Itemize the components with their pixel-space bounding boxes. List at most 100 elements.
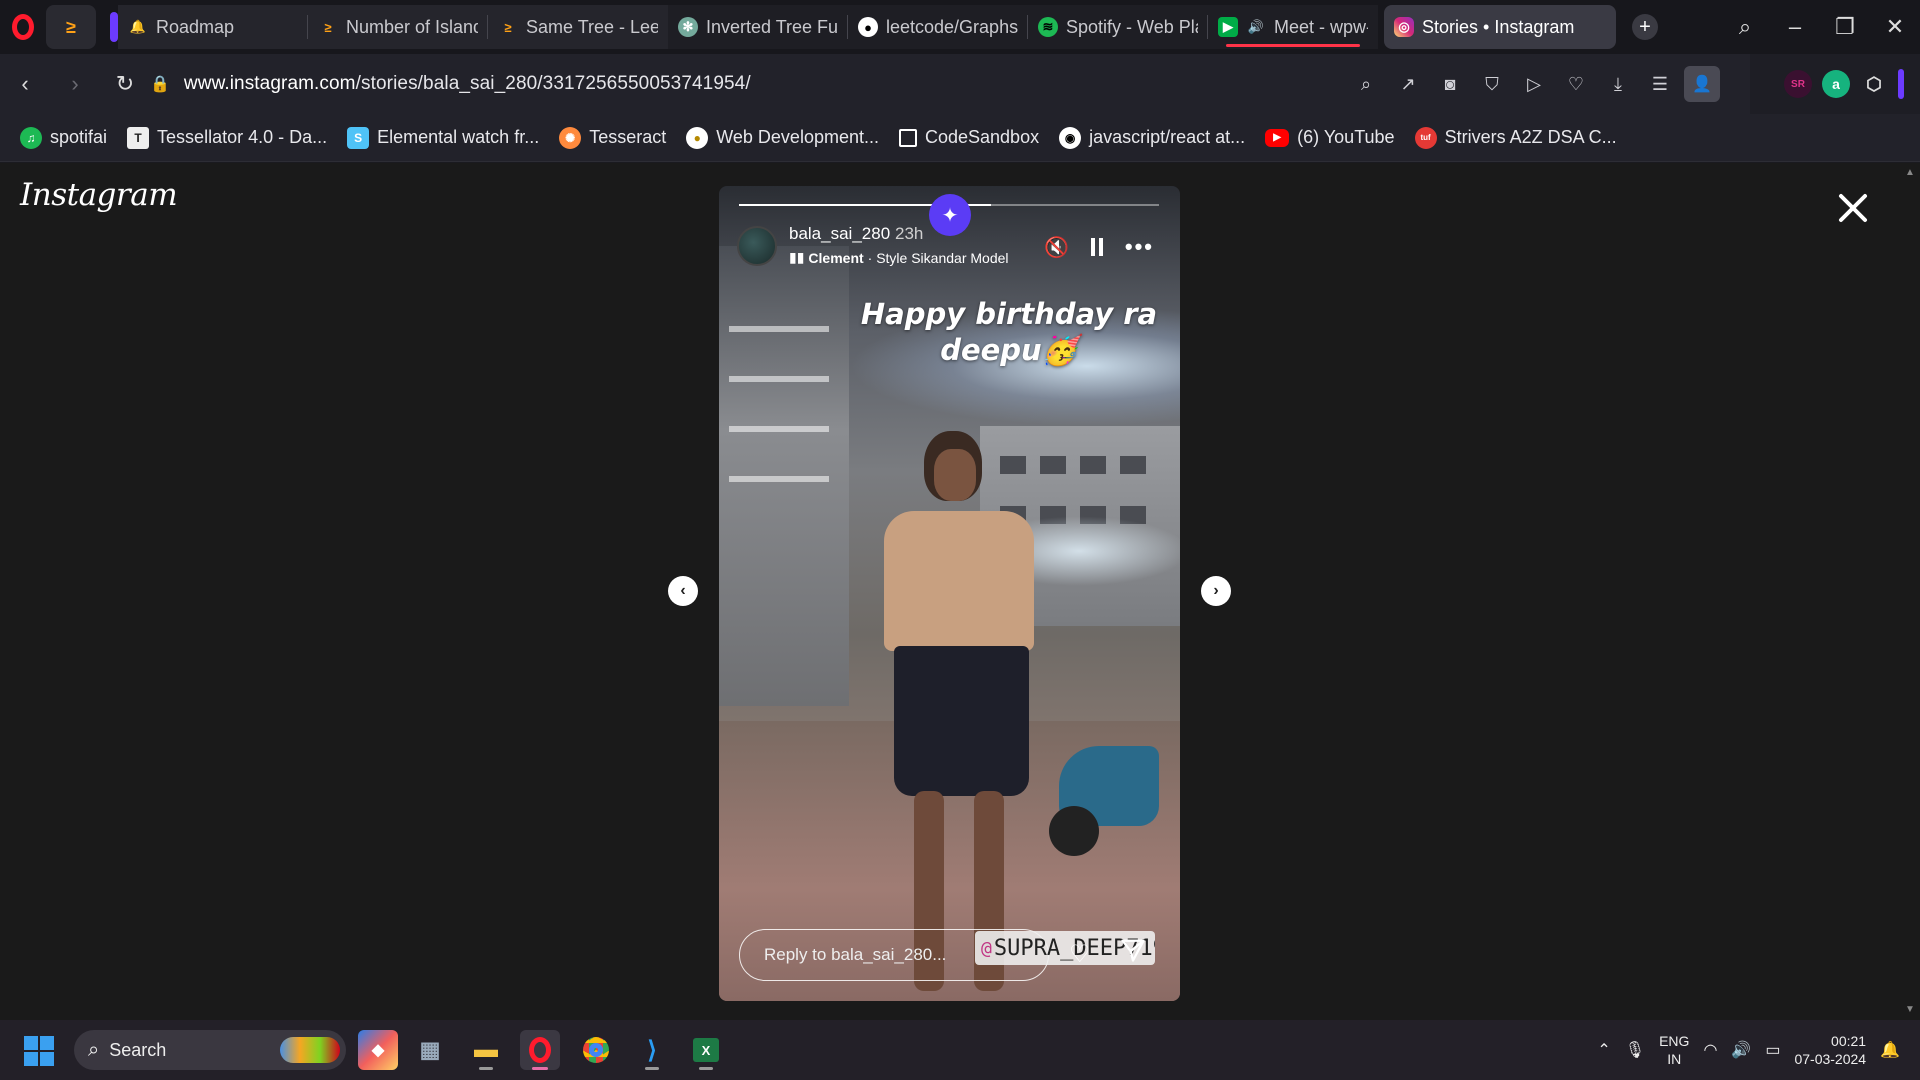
shield-icon[interactable]: ⛉ <box>1474 66 1510 102</box>
send-icon[interactable] <box>1119 936 1147 964</box>
previous-story-button[interactable]: ‹ <box>668 576 698 606</box>
system-tray: ⌃ 🎙 ENG IN ◠ 🔊 ▭ 00:21 07-03-2024 🔔 <box>1597 1020 1920 1080</box>
window-controls: ⌕ – ❐ ✕ <box>1720 0 1920 54</box>
sidebar-indicator <box>1898 69 1904 99</box>
url-text[interactable]: www.instagram.com/stories/bala_sai_280/3… <box>184 73 751 95</box>
tab-roadmap[interactable]: 🔔 Roadmap <box>118 5 308 49</box>
chatgpt-icon: ✻ <box>678 17 698 37</box>
lock-icon[interactable]: 🔒 <box>150 74 170 94</box>
bookmark-web-development[interactable]: ● Web Development... <box>686 126 879 149</box>
search-highlight-icon <box>280 1037 340 1063</box>
tab-label: Meet - wpw-r <box>1274 16 1368 37</box>
leetcode-icon: ≥ <box>324 19 332 35</box>
copilot-icon[interactable]: ◆ <box>358 1030 398 1070</box>
pause-icon[interactable] <box>1090 238 1103 256</box>
mute-icon[interactable]: 🔇 <box>1044 235 1069 260</box>
bookmark-tesseract[interactable]: ✺ Tesseract <box>559 126 666 149</box>
tab-search-icon[interactable]: ⌕ <box>1720 0 1770 54</box>
story-photo-scooter <box>1049 706 1179 866</box>
github-icon: ● <box>858 17 878 37</box>
story-username[interactable]: bala_sai_280 <box>789 224 890 244</box>
tab-label: Roadmap <box>156 16 235 37</box>
search-in-page-icon[interactable]: ⌕ <box>1348 66 1384 102</box>
story-card[interactable]: ✦ bala_sai_280 23h ▮▮ Clement · Style Si… <box>719 186 1180 1001</box>
tab-label: Number of Island <box>346 16 478 37</box>
back-icon[interactable]: ‹ <box>0 54 50 114</box>
bookmark-tessellator[interactable]: T Tessellator 4.0 - Da... <box>127 126 327 149</box>
forward-icon[interactable]: › <box>50 54 100 114</box>
opera-menu-icon[interactable] <box>0 0 46 54</box>
bookmark-spotifai[interactable]: ♫ spotifai <box>20 126 107 149</box>
chrome-icon[interactable] <box>576 1030 616 1070</box>
vscode-icon[interactable]: ⟩ <box>632 1030 672 1070</box>
excel-icon[interactable]: X <box>686 1030 726 1070</box>
profile-icon[interactable]: 👤 <box>1684 66 1720 102</box>
download-icon[interactable]: ⤓ <box>1600 66 1636 102</box>
restore-icon[interactable]: ❐ <box>1820 0 1870 54</box>
meet-icon: ▶ <box>1218 17 1238 37</box>
instagram-story-viewer: Instagram ‹ › ✦ bala_sai_280 23h ▮▮ Clem… <box>0 163 1900 1020</box>
web-dev-icon: ● <box>686 126 709 149</box>
youtube-icon: ▶ <box>1265 128 1290 147</box>
minimize-icon[interactable]: – <box>1770 0 1820 54</box>
instagram-logo[interactable]: Instagram <box>20 177 178 213</box>
close-icon[interactable] <box>1836 191 1870 225</box>
taskbar-search[interactable]: ⌕ Search <box>74 1030 346 1070</box>
ai-sparkle-icon[interactable]: ✦ <box>929 194 971 236</box>
tab-inverted-tree[interactable]: ✻ Inverted Tree Fun <box>668 5 848 49</box>
language-indicator[interactable]: ENG IN <box>1659 1032 1689 1068</box>
opera-taskbar-icon[interactable] <box>520 1030 560 1070</box>
leetcode-icon: ≥ <box>504 19 512 35</box>
more-options-icon[interactable]: ••• <box>1125 234 1154 260</box>
avatar[interactable] <box>737 226 777 266</box>
instagram-icon: ◎ <box>1394 17 1414 37</box>
scroll-up-icon[interactable]: ▲ <box>1900 163 1920 183</box>
camera-icon[interactable]: ◙ <box>1432 66 1468 102</box>
extension-a-icon[interactable]: a <box>1822 70 1850 98</box>
tab-same-tree[interactable]: ≥ Same Tree - Leet( <box>488 5 668 49</box>
story-music[interactable]: ▮▮ Clement · Style Sikandar Model <box>789 249 1009 266</box>
wifi-icon[interactable]: ◠ <box>1703 1040 1717 1060</box>
story-controls: 🔇 ••• <box>1044 234 1154 260</box>
tab-github-graphs[interactable]: ● leetcode/Graphs/ <box>848 5 1028 49</box>
bookmark-youtube[interactable]: ▶ (6) YouTube <box>1265 127 1395 148</box>
address-bar-tools: ⌕ ↗ ◙ ⛉ ▷ ♡ ⤓ ☰ 👤 <box>1348 54 1720 114</box>
extensions-cube-icon[interactable]: ⬡ <box>1860 70 1888 98</box>
volume-icon[interactable]: 🔊 <box>1731 1040 1751 1060</box>
notification-bell-icon[interactable]: 🔔 <box>1880 1040 1900 1060</box>
tab-number-of-islands[interactable]: ≥ Number of Island <box>308 5 488 49</box>
easy-setup-icon[interactable]: ☰ <box>1642 66 1678 102</box>
scroll-down-icon[interactable]: ▼ <box>1900 1000 1920 1020</box>
extension-sr-icon[interactable]: SR <box>1784 70 1812 98</box>
page-scrollbar[interactable]: ▲ ▼ <box>1900 163 1920 1020</box>
microphone-icon[interactable]: 🎙 <box>1625 1040 1645 1060</box>
like-heart-icon[interactable]: ♡ <box>1069 940 1091 969</box>
new-tab-button[interactable]: + <box>1632 14 1658 40</box>
tab-instagram-stories[interactable]: ◎ Stories • Instagram <box>1384 5 1616 49</box>
show-hidden-icons[interactable]: ⌃ <box>1597 1040 1610 1060</box>
workspace-icon[interactable]: ≥ <box>46 5 96 49</box>
reload-icon[interactable]: ↻ <box>100 54 150 114</box>
battery-icon[interactable]: ▭ <box>1765 1040 1780 1060</box>
send-icon[interactable]: ▷ <box>1516 66 1552 102</box>
close-window-icon[interactable]: ✕ <box>1870 0 1920 54</box>
bookmark-javascript-react[interactable]: ◉ javascript/react at... <box>1059 126 1245 149</box>
windows-start-icon[interactable] <box>24 1036 54 1066</box>
bookmark-elemental[interactable]: S Elemental watch fr... <box>347 126 539 149</box>
codesandbox-icon <box>898 128 917 147</box>
tab-meet[interactable]: ▶ 🔊 Meet - wpw-r <box>1208 5 1378 49</box>
clock[interactable]: 00:21 07-03-2024 <box>1794 1032 1866 1068</box>
music-artist: Clement <box>808 249 864 266</box>
heart-icon[interactable]: ♡ <box>1558 66 1594 102</box>
file-explorer-icon[interactable]: ▬ <box>466 1030 506 1070</box>
calculator-icon[interactable]: ▦ <box>410 1030 450 1070</box>
bookmark-strivers[interactable]: tuf Strivers A2Z DSA C... <box>1414 126 1617 149</box>
tab-spotify[interactable]: ≋ Spotify - Web Pla <box>1028 5 1208 49</box>
spotify-icon: ≋ <box>1038 17 1058 37</box>
share-icon[interactable]: ↗ <box>1390 66 1426 102</box>
bookmark-codesandbox[interactable]: CodeSandbox <box>898 127 1039 148</box>
next-story-button[interactable]: › <box>1201 576 1231 606</box>
search-icon: ⌕ <box>88 1038 100 1061</box>
music-bars-icon: ▮▮ <box>789 249 805 265</box>
speaker-icon[interactable]: 🔊 <box>1246 17 1266 37</box>
